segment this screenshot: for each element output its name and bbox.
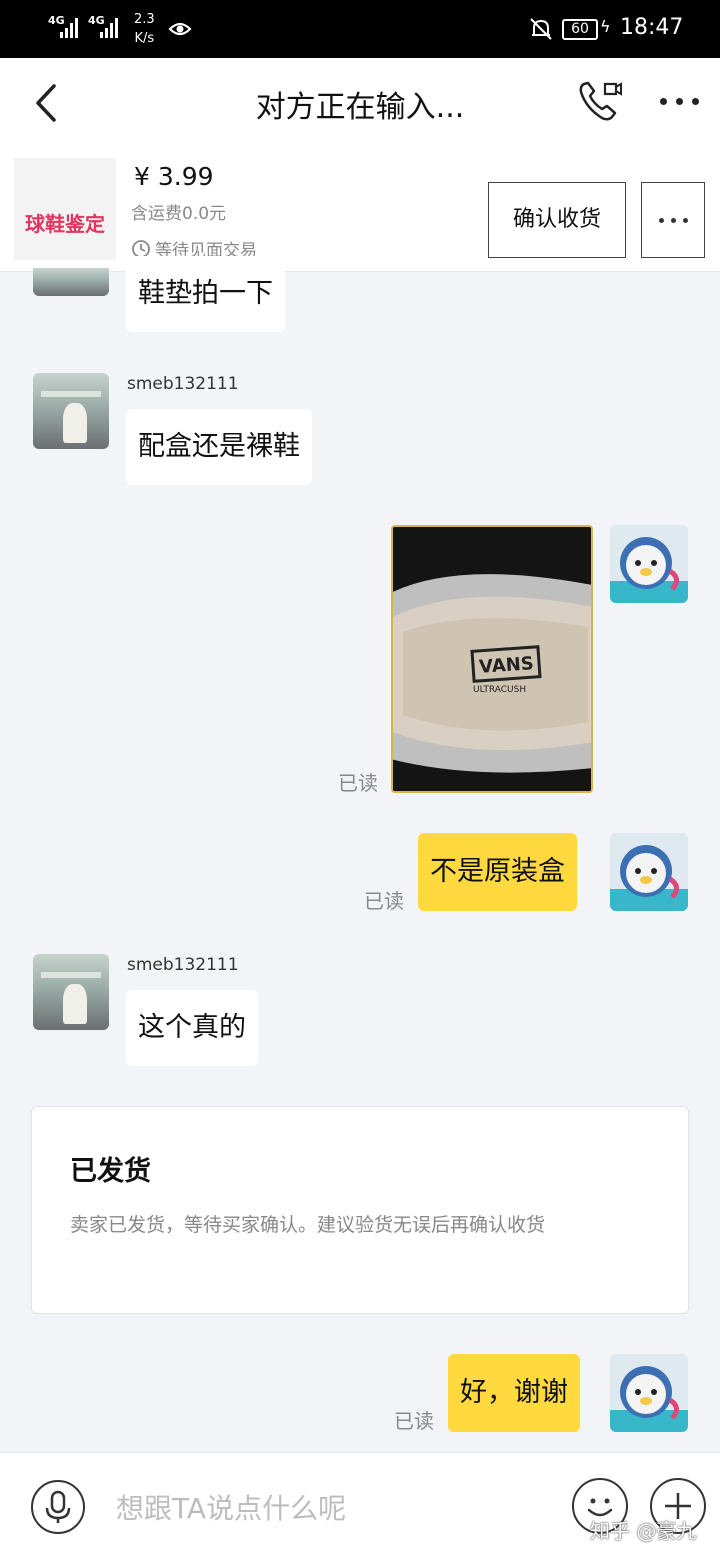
read-receipt: 已读 (364, 889, 404, 913)
net-speed: 2.3 K/s (134, 10, 155, 48)
message-bubble[interactable]: 不是原装盒 (418, 833, 577, 911)
signal-bars-2-icon (100, 16, 122, 38)
net-speed-unit: K/s (134, 31, 155, 46)
product-thumbnail[interactable]: 球鞋鉴定 (14, 158, 116, 260)
seal-avatar-icon (610, 1354, 688, 1432)
svg-text:ULTRACUSH: ULTRACUSH (473, 685, 526, 695)
order-more-button[interactable] (641, 182, 705, 258)
charging-icon: ϟ (600, 17, 611, 36)
microphone-icon (45, 1490, 71, 1523)
svg-text:VANS: VANS (478, 653, 534, 678)
shipping-notice-card: 已发货 卖家已发货，等待买家确认。建议验货无误后再确认收货 (31, 1106, 689, 1314)
chat-header: 对方正在输入... (0, 58, 720, 150)
confirm-receipt-button[interactable]: 确认收货 (488, 182, 626, 258)
insole-image: VANS ULTRACUSH (393, 527, 591, 791)
shipping-fee: 含运费0.0元 (131, 204, 227, 224)
peer-avatar[interactable] (33, 373, 109, 449)
watermark: 知乎 @豪九 (590, 1519, 697, 1543)
notice-title: 已发货 (70, 1156, 151, 1187)
message-bubble[interactable]: 配盒还是裸鞋 (126, 409, 312, 485)
my-avatar[interactable] (610, 525, 688, 603)
read-receipt: 已读 (394, 1409, 434, 1433)
message-bubble[interactable]: 好，谢谢 (448, 1354, 580, 1432)
more-options-icon[interactable] (656, 86, 706, 116)
seal-avatar-icon (610, 833, 688, 911)
voice-input-button[interactable] (31, 1480, 85, 1534)
insole-photo[interactable]: VANS ULTRACUSH (391, 525, 593, 793)
peer-username: smeb132111 (127, 374, 239, 394)
peer-avatar[interactable] (33, 268, 109, 296)
order-summary: 球鞋鉴定 ¥ 3.99 含运费0.0元 等待见面交易 确认收货 (0, 150, 720, 272)
message-bubble[interactable]: 鞋垫拍一下 (126, 256, 285, 332)
eye-icon (168, 22, 192, 36)
message-input[interactable]: 想跟TA说点什么呢 (116, 1487, 346, 1527)
signal-bars-1-icon (60, 16, 82, 38)
peer-avatar[interactable] (33, 954, 109, 1030)
notice-body: 卖家已发货，等待买家确认。建议验货无误后再确认收货 (70, 1214, 546, 1236)
peer-username: smeb132111 (127, 955, 239, 975)
battery-indicator: 60 (562, 19, 598, 40)
clock-time: 18:47 (620, 15, 684, 40)
video-call-icon[interactable] (574, 76, 624, 126)
read-receipt: 已读 (338, 771, 378, 795)
product-thumbnail-text: 球鞋鉴定 (25, 212, 105, 236)
muted-bell-icon (530, 18, 552, 40)
message-bubble[interactable]: 这个真的 (126, 990, 258, 1066)
order-price: ¥ 3.99 (134, 162, 214, 191)
status-bar: 4G 4G 2.3 K/s 60 ϟ 18:47 (0, 0, 720, 58)
my-avatar[interactable] (610, 833, 688, 911)
seal-avatar-icon (610, 525, 688, 603)
my-avatar[interactable] (610, 1354, 688, 1432)
net-speed-value: 2.3 (134, 12, 155, 27)
